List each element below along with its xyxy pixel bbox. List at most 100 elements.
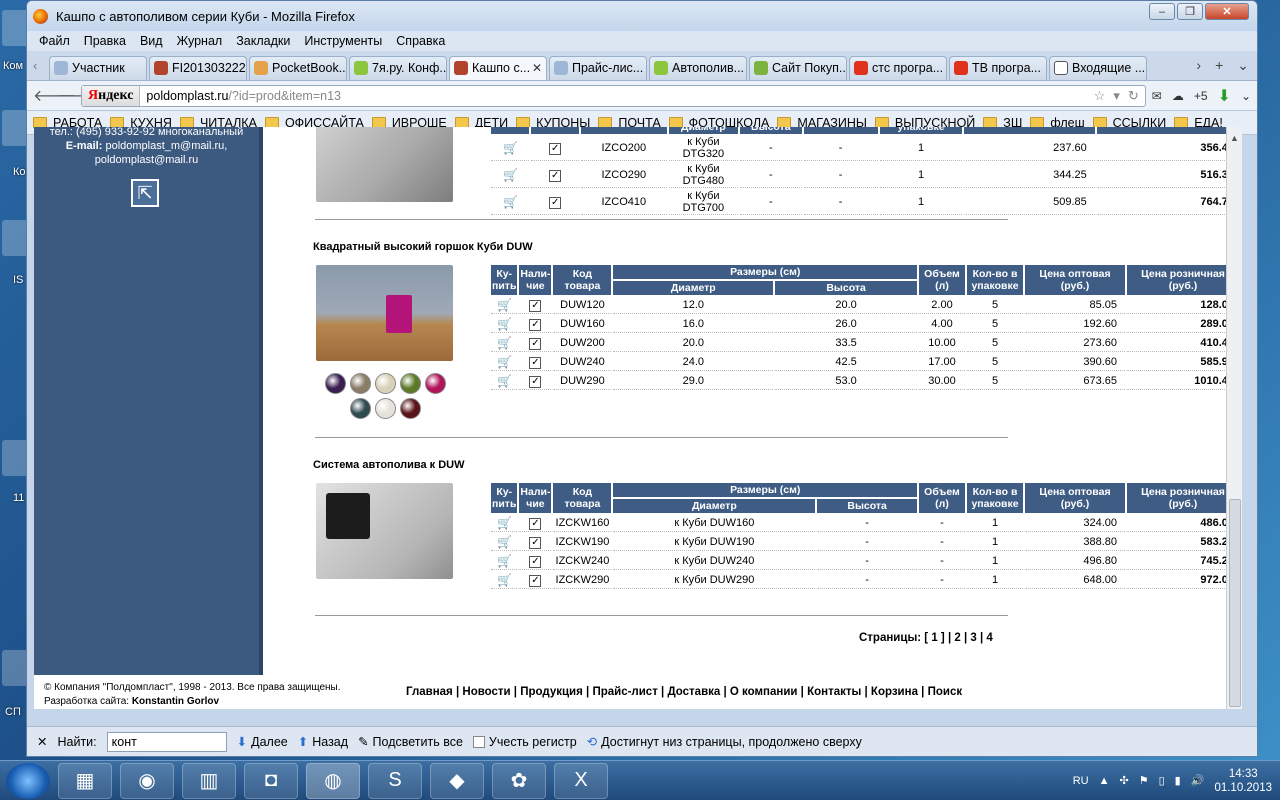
clock[interactable]: 14:33 01.10.2013 (1214, 767, 1272, 795)
cart-icon[interactable]: 🛒 (491, 553, 518, 570)
footer-link[interactable]: О компании (730, 686, 798, 698)
tray-expand-icon[interactable]: ▲ (1099, 775, 1110, 787)
scrollbar-thumb[interactable] (1229, 499, 1241, 707)
download-icon[interactable]: ⬇ (1218, 86, 1231, 106)
color-swatch[interactable] (400, 398, 421, 419)
menu-dropdown-icon[interactable]: ⌄ (1241, 89, 1251, 103)
color-swatch[interactable] (375, 373, 396, 394)
url-text[interactable]: poldomplast.ru/?id=prod&item=n13 (140, 89, 341, 103)
tabs-scroll-right-icon[interactable]: › (1196, 57, 1201, 74)
cloud-icon[interactable]: ☁ (1172, 89, 1184, 103)
highlight-all-button[interactable]: ✎ Подсветить все (358, 734, 463, 750)
tab-6[interactable]: Автополив... (649, 55, 747, 80)
forward-icon[interactable]: 🡒 (57, 85, 100, 106)
signal-icon[interactable]: ▮ (1175, 774, 1181, 787)
menu-history[interactable]: Журнал (171, 34, 229, 48)
reload-icon[interactable]: ↻ (1128, 88, 1139, 104)
tab-3[interactable]: 7я.ру. Конф... (349, 55, 447, 80)
page-link-3[interactable]: 3 (970, 632, 976, 644)
excel-icon[interactable]: X (554, 762, 608, 799)
arrow-link-icon[interactable]: ⇱ (131, 179, 159, 207)
library-icon[interactable]: ▥ (182, 762, 236, 799)
color-swatch[interactable] (425, 373, 446, 394)
match-case-checkbox[interactable]: Учесть регистр (472, 735, 577, 749)
cart-icon[interactable]: 🛒 (491, 335, 518, 352)
footer-link[interactable]: Поиск (928, 686, 963, 698)
cart-icon[interactable]: 🛒 (491, 316, 518, 333)
battery-icon[interactable]: ▯ (1159, 774, 1165, 787)
tab-1[interactable]: FI201303222... (149, 55, 247, 80)
find-input[interactable]: конт (106, 731, 227, 752)
cart-icon[interactable]: 🛒 (491, 572, 518, 589)
footer-link[interactable]: Доставка (667, 686, 720, 698)
tab-0[interactable]: Участник (49, 55, 147, 80)
color-swatch[interactable] (350, 373, 371, 394)
footer-link[interactable]: Контакты (807, 686, 861, 698)
close-window-button[interactable]: ✕ (1205, 3, 1249, 20)
tab-10[interactable]: Входящие ... (1049, 55, 1147, 80)
back-icon[interactable]: 🡐 (33, 85, 76, 106)
volume-icon[interactable]: 🔊 (1191, 774, 1205, 787)
vertical-scrollbar[interactable]: ▲ ▼ (1226, 127, 1242, 709)
find-prev-button[interactable]: ⬆ Назад (298, 734, 348, 750)
menu-tools[interactable]: Инструменты (298, 34, 388, 48)
tab-8[interactable]: стс програ... (849, 55, 947, 80)
menu-help[interactable]: Справка (390, 34, 451, 48)
url-bar[interactable]: Яндекс poldomplast.ru/?id=prod&item=n13 … (81, 84, 1146, 107)
network-icon[interactable]: ✣ (1120, 774, 1129, 787)
cart-icon[interactable]: 🛒 (491, 515, 518, 532)
tab-4[interactable]: Кашпо с... ✕ (449, 55, 547, 80)
maximize-button[interactable]: ❐ (1177, 3, 1203, 20)
menu-file[interactable]: Файл (33, 34, 76, 48)
tab-5[interactable]: Прайс-лис... (549, 55, 647, 80)
calculator-icon[interactable]: ▦ (58, 762, 112, 799)
chrome-icon[interactable]: ◉ (120, 762, 174, 799)
bookmark-star-icon[interactable]: ☆ (1094, 88, 1106, 104)
footer-link[interactable]: Корзина (871, 686, 918, 698)
minimize-button[interactable]: – (1149, 3, 1175, 20)
cart-icon[interactable]: 🛒 (491, 190, 530, 215)
start-button[interactable] (6, 762, 50, 799)
camera-icon[interactable]: ◘ (244, 762, 298, 799)
batman-icon[interactable]: ◆ (430, 762, 484, 799)
menu-bookmarks[interactable]: Закладки (230, 34, 296, 48)
url-dropdown-icon[interactable]: ▾ (1113, 88, 1120, 104)
mail-icon[interactable]: ✉ (1152, 89, 1162, 103)
footer-link[interactable]: Продукция (520, 686, 583, 698)
footer-link[interactable]: Прайс-лист (592, 686, 657, 698)
page-link-4[interactable]: 4 (986, 632, 992, 644)
tab-7[interactable]: Сайт Покуп... (749, 55, 847, 80)
color-swatch[interactable] (375, 398, 396, 419)
tabs-scroll-left-icon[interactable]: ‹ (33, 58, 49, 73)
tab-9[interactable]: ТВ програ... (949, 55, 1047, 80)
menu-edit[interactable]: Правка (78, 34, 132, 48)
close-tab-icon[interactable]: ✕ (532, 61, 542, 75)
cart-icon[interactable]: 🛒 (491, 297, 518, 314)
color-swatch[interactable] (350, 398, 371, 419)
color-swatch[interactable] (325, 373, 346, 394)
tab-list-icon[interactable]: ⌄ (1237, 57, 1249, 74)
developer-link[interactable]: Konstantin Gorlov (132, 696, 219, 707)
email-link[interactable]: poldomplast@mail.ru (34, 153, 259, 167)
cart-icon[interactable]: 🛒 (491, 163, 530, 188)
icq-icon[interactable]: ✿ (492, 762, 546, 799)
cart-icon[interactable]: 🛒 (491, 373, 518, 390)
footer-link[interactable]: Главная (406, 686, 453, 698)
cart-icon[interactable]: 🛒 (491, 136, 530, 161)
email-link[interactable]: poldomplast_m@mail.ru, (105, 140, 227, 152)
color-swatch[interactable] (400, 373, 421, 394)
new-tab-icon[interactable]: + (1215, 57, 1223, 74)
language-indicator[interactable]: RU (1073, 775, 1089, 787)
cart-icon[interactable]: 🛒 (491, 534, 518, 551)
scroll-up-icon[interactable]: ▲ (1230, 133, 1239, 143)
flag-icon[interactable]: ⚑ (1139, 774, 1149, 787)
find-close-icon[interactable]: ✕ (37, 734, 47, 749)
menu-view[interactable]: Вид (134, 34, 169, 48)
tab-2[interactable]: PocketBook... (249, 55, 347, 80)
find-next-button[interactable]: ⬇ Далее (237, 734, 288, 750)
footer-link[interactable]: Новости (462, 686, 510, 698)
page-link-2[interactable]: 2 (954, 632, 960, 644)
skype-icon[interactable]: S (368, 762, 422, 799)
yandex-logo[interactable]: Яндекс (82, 85, 141, 106)
cart-icon[interactable]: 🛒 (491, 354, 518, 371)
